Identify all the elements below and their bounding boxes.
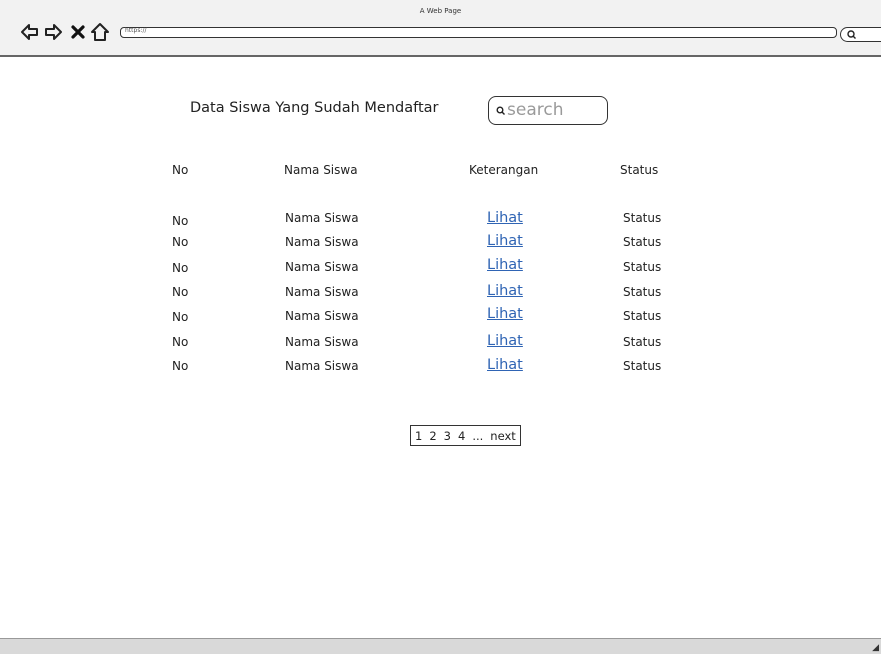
home-icon[interactable] [90, 22, 110, 42]
cell-nama-siswa: Nama Siswa [285, 211, 359, 225]
cell-status: Status [623, 235, 662, 249]
lihat-link[interactable]: Lihat [487, 257, 523, 273]
next-page-link[interactable]: next [490, 429, 515, 443]
pagination: 1 2 3 4 ... next [410, 425, 521, 446]
cell-no: No [172, 285, 189, 299]
cell-status: Status [623, 309, 662, 323]
cell-status: Status [623, 260, 662, 274]
header-status: Status [620, 163, 659, 177]
search-input[interactable] [507, 100, 602, 120]
browser-status-bar: ◢ [0, 638, 881, 654]
search-icon [496, 106, 505, 115]
lihat-link[interactable]: Lihat [487, 306, 523, 322]
cell-nama-siswa: Nama Siswa [285, 260, 359, 274]
browser-toolbar: A Web Page https:// [0, 0, 881, 57]
page-link-3[interactable]: 3 [444, 429, 451, 443]
forward-arrow-icon[interactable] [43, 22, 63, 42]
cell-no: No [172, 310, 189, 324]
lihat-link[interactable]: Lihat [487, 333, 523, 349]
search-icon [847, 30, 856, 39]
resize-grip-icon[interactable]: ◢ [872, 643, 879, 653]
search-box[interactable] [488, 96, 608, 125]
header-keterangan: Keterangan [469, 163, 539, 177]
address-bar-text: https:// [125, 27, 147, 34]
page-link-1[interactable]: 1 [415, 429, 422, 443]
cell-nama-siswa: Nama Siswa [285, 335, 359, 349]
cell-nama-siswa: Nama Siswa [285, 309, 359, 323]
cell-status: Status [623, 211, 662, 225]
cell-status: Status [623, 335, 662, 349]
lihat-link[interactable]: Lihat [487, 283, 523, 299]
cell-status: Status [623, 359, 662, 373]
cell-no: No [172, 335, 189, 349]
lihat-link[interactable]: Lihat [487, 357, 523, 373]
lihat-link[interactable]: Lihat [487, 233, 523, 249]
page-link-4[interactable]: 4 [458, 429, 465, 443]
cell-nama-siswa: Nama Siswa [285, 235, 359, 249]
cell-no: No [172, 214, 189, 228]
cell-nama-siswa: Nama Siswa [285, 359, 359, 373]
pagination-ellipsis: ... [472, 428, 484, 443]
back-arrow-icon[interactable] [20, 22, 40, 42]
browser-search-button[interactable] [840, 27, 881, 42]
cell-no: No [172, 261, 189, 275]
cell-no: No [172, 359, 189, 373]
window-title: A Web Page [419, 7, 462, 15]
close-icon[interactable] [68, 22, 88, 42]
header-no: No [172, 163, 189, 177]
browser-window: A Web Page https:// Data Siswa Yang Suda… [0, 0, 881, 654]
address-bar[interactable]: https:// [120, 27, 837, 38]
cell-nama-siswa: Nama Siswa [285, 285, 359, 299]
lihat-link[interactable]: Lihat [487, 210, 523, 226]
cell-no: No [172, 235, 189, 249]
page-title: Data Siswa Yang Sudah Mendaftar [190, 100, 439, 116]
header-nama-siswa: Nama Siswa [284, 163, 358, 177]
cell-status: Status [623, 285, 662, 299]
page-link-2[interactable]: 2 [429, 429, 436, 443]
